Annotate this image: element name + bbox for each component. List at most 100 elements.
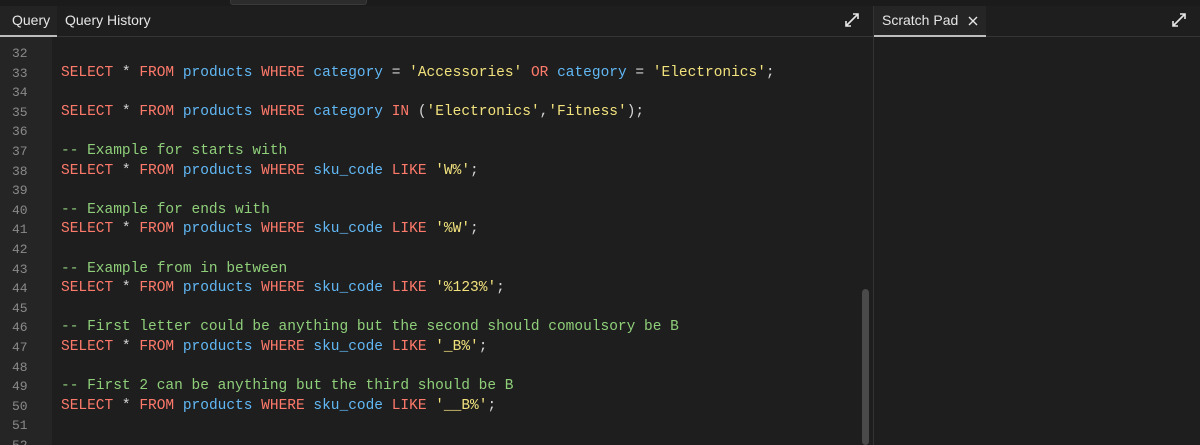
code-token: ;: [487, 397, 497, 414]
code-token: ;: [470, 162, 479, 179]
code-token: LIKE: [391, 339, 427, 355]
line-number: 33: [12, 65, 28, 81]
scratch-pad-title: Scratch Pad: [882, 12, 959, 28]
code-token: WHERE: [261, 162, 305, 179]
tab-query-history[interactable]: Query History: [56, 6, 160, 36]
line-number: 46: [12, 320, 28, 336]
line-number: 37: [12, 144, 28, 159]
code-line[interactable]: SELECT * FROM products WHERE sku_code LI…: [61, 397, 496, 417]
line-number: 45: [12, 300, 28, 316]
code-token: *: [113, 397, 140, 414]
code-token: FROM: [139, 162, 175, 179]
code-line[interactable]: SELECT * FROM products WHERE sku_code LI…: [61, 338, 487, 358]
line-number: 43: [12, 261, 28, 277]
expand-icon[interactable]: [1172, 13, 1186, 27]
expand-icon[interactable]: [845, 13, 859, 27]
code-token: sku_code: [313, 339, 384, 355]
code-token: products: [182, 221, 253, 238]
code-token: products: [182, 280, 253, 297]
code-line[interactable]: SELECT * FROM products WHERE sku_code LI…: [61, 279, 505, 299]
line-number: 44: [12, 281, 28, 297]
code-token: -- Example for ends with: [61, 201, 270, 218]
code-token: WHERE: [261, 339, 305, 355]
code-token: '%W': [435, 221, 471, 238]
sql-editor[interactable]: 32 33 34 35 36 37 38 39 40 41 42 43 44 45 46 47 48 49 50 51…: [0, 37, 873, 445]
code-token: ;: [496, 280, 505, 297]
line-number: 49: [12, 379, 28, 395]
code-token: FROM: [139, 221, 175, 238]
code-line[interactable]: -- Example for ends with: [61, 201, 270, 221]
code-token: SELECT: [61, 280, 114, 297]
code-token: );: [626, 103, 645, 120]
line-number: 35: [12, 104, 28, 120]
line-number: 47: [12, 340, 28, 355]
code-token: SELECT: [61, 221, 114, 238]
editor-scrollbar[interactable]: [862, 289, 869, 445]
close-icon[interactable]: [968, 7, 978, 26]
code-token: *: [113, 339, 140, 355]
code-token: '%123%': [435, 280, 497, 297]
code-token: WHERE: [261, 221, 305, 238]
code-line[interactable]: SELECT * FROM products WHERE sku_code LI…: [61, 220, 479, 240]
code-token: sku_code: [313, 397, 384, 414]
tab-scratch-pad[interactable]: Scratch Pad: [874, 6, 987, 37]
code-token: FROM: [139, 103, 175, 120]
code-token: category: [313, 64, 384, 81]
code-token: -- Example from in between: [61, 260, 288, 277]
code-line[interactable]: SELECT * FROM products WHERE sku_code LI…: [61, 162, 479, 182]
code-token: =: [383, 64, 410, 81]
code-line[interactable]: -- First 2 can be anything but the third…: [61, 377, 513, 397]
line-number: 51: [12, 418, 28, 434]
code-token: *: [113, 221, 140, 238]
code-token: -- First letter could be anything but th…: [61, 319, 679, 336]
code-token: '__B%': [435, 397, 488, 414]
code-line[interactable]: SELECT * FROM products WHERE category = …: [61, 64, 775, 84]
code-token: sku_code: [313, 280, 384, 297]
code-line[interactable]: -- Example from in between: [61, 260, 287, 280]
code-token: -- Example for starts with: [61, 143, 288, 159]
line-number: 52: [12, 436, 28, 445]
code-token: sku_code: [313, 162, 384, 179]
code-token: IN: [391, 103, 410, 120]
line-number: 42: [12, 242, 28, 257]
line-number: 48: [12, 359, 28, 375]
top-tab-fragment: [230, 0, 367, 5]
scratch-pad-area[interactable]: [874, 37, 1200, 445]
code-token: LIKE: [391, 162, 427, 179]
code-line[interactable]: -- First letter could be anything but th…: [61, 318, 679, 338]
line-number: 41: [12, 222, 28, 238]
code-line[interactable]: SELECT * FROM products WHERE category IN…: [61, 103, 644, 123]
code-token: FROM: [139, 64, 175, 81]
code-line[interactable]: -- Example for starts with: [61, 142, 287, 162]
code-token: LIKE: [391, 280, 427, 297]
code-token: ;: [765, 64, 775, 81]
line-number: 34: [12, 85, 28, 101]
line-number: 38: [12, 163, 28, 179]
code-token: 'Electronics': [652, 64, 766, 81]
code-token: category: [557, 64, 627, 81]
code-token: products: [182, 103, 253, 120]
tab-query[interactable]: Query: [0, 6, 58, 37]
code-token: (: [409, 103, 427, 120]
code-token: LIKE: [391, 221, 427, 238]
code-token: WHERE: [261, 103, 305, 120]
code-token: products: [182, 162, 253, 179]
